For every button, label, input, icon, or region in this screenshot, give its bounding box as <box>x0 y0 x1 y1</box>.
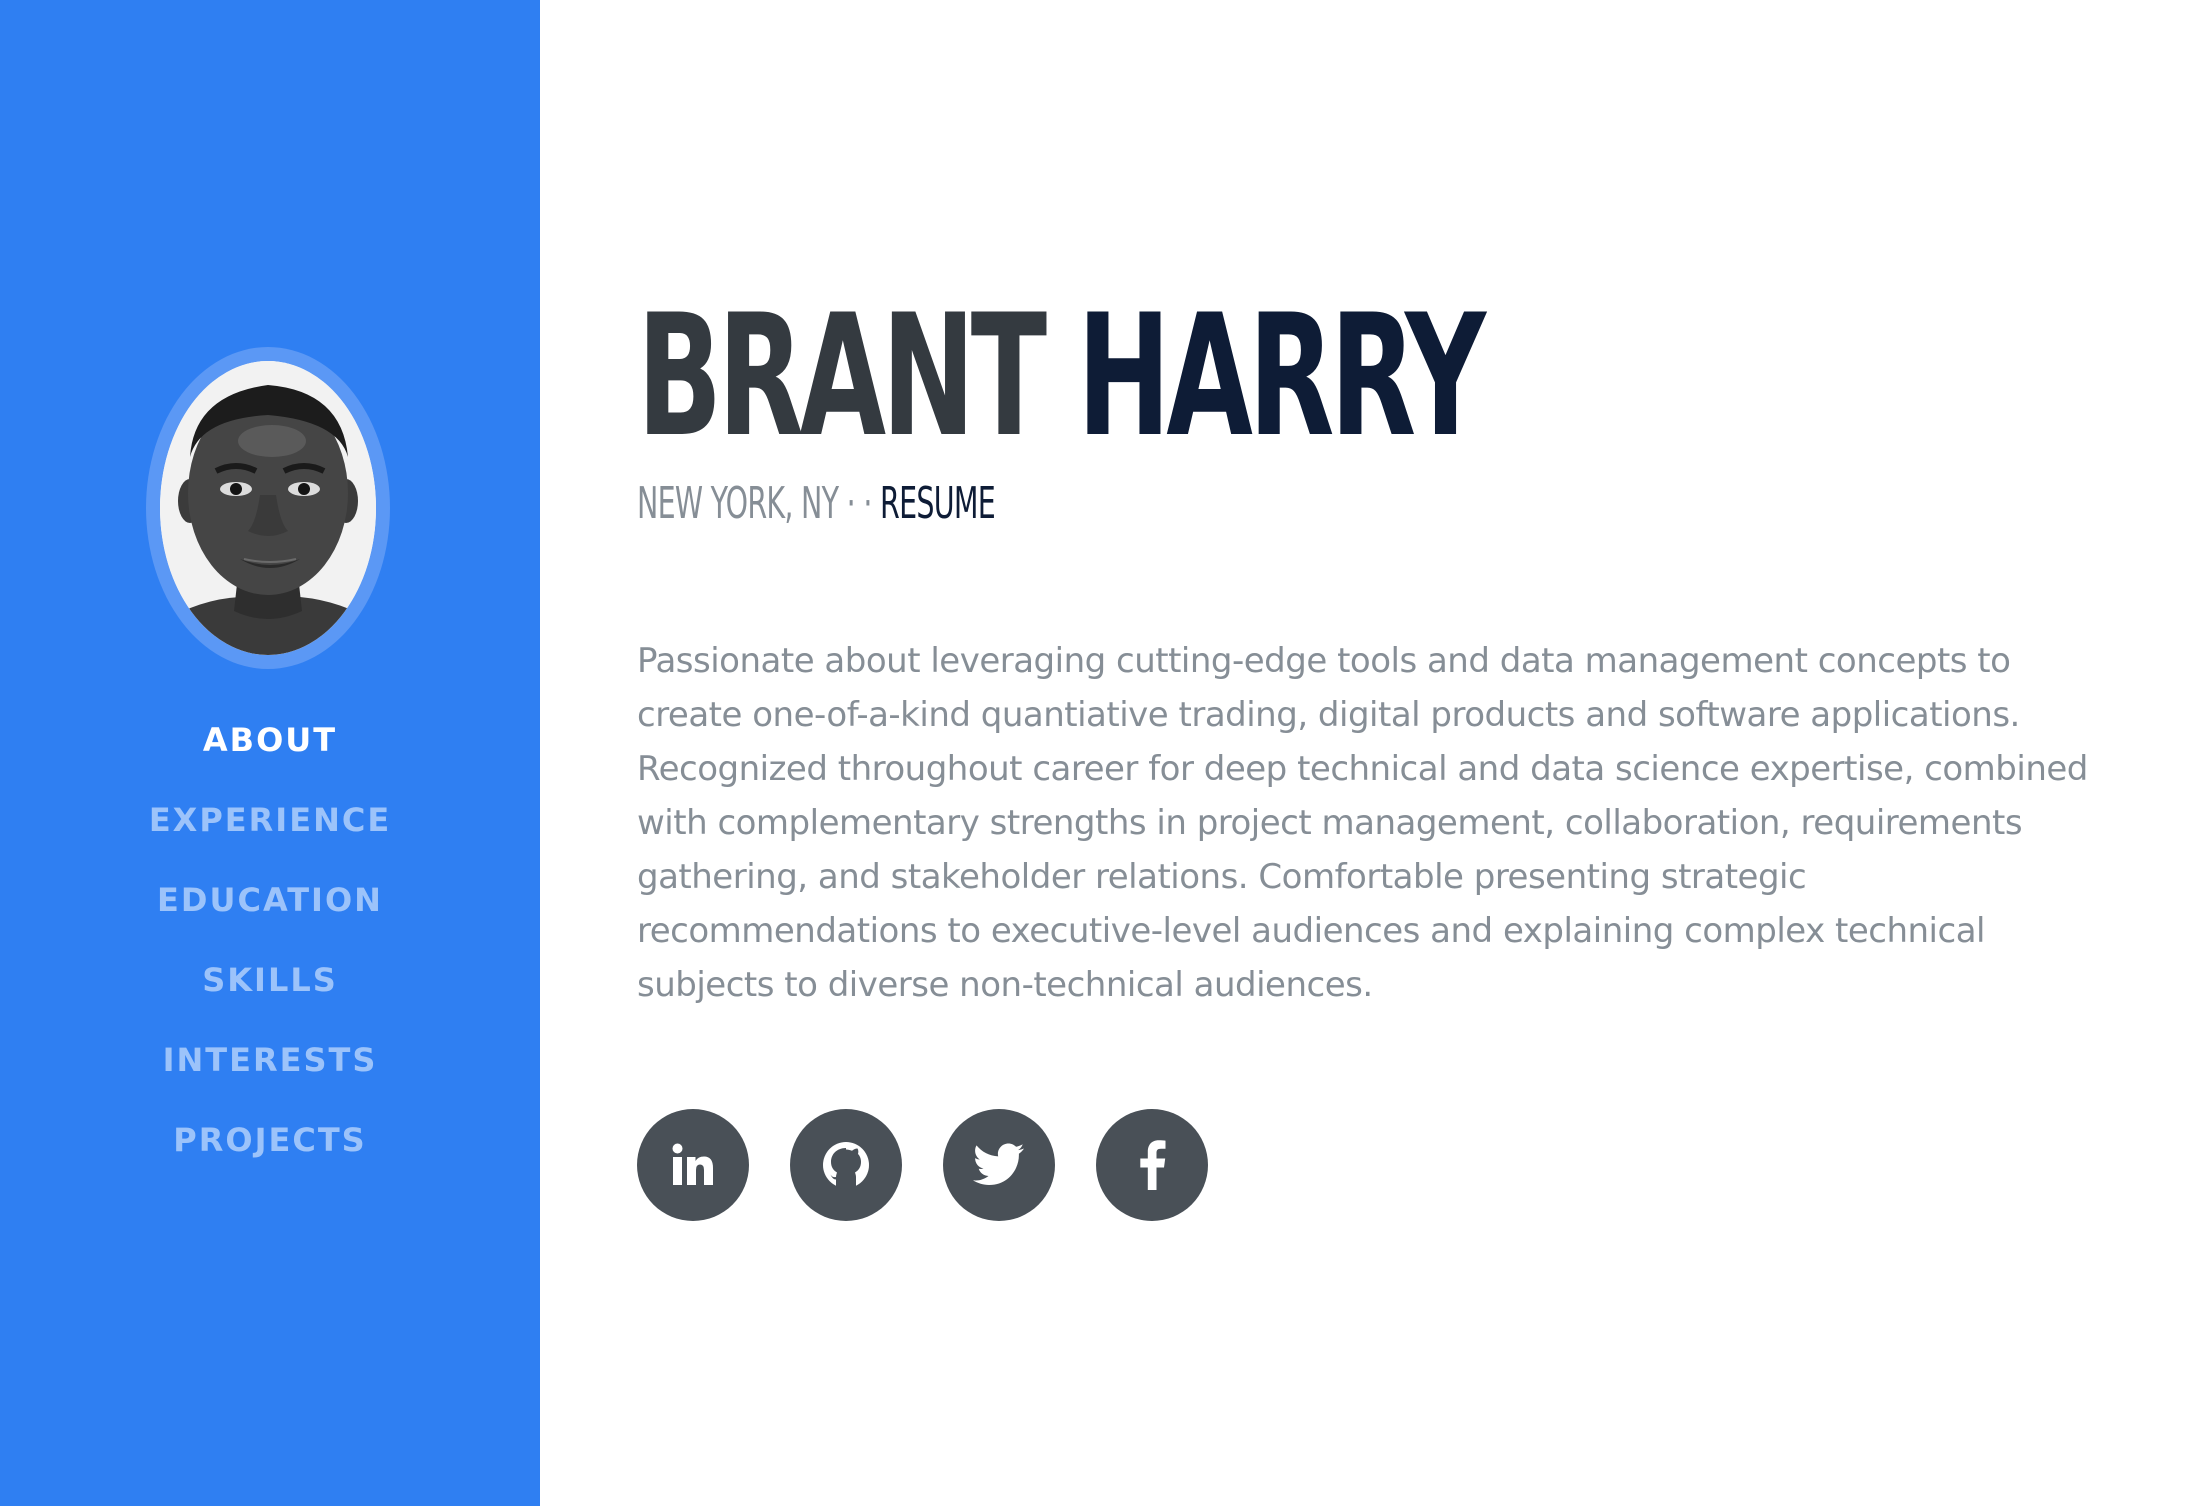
sidebar-item-about[interactable]: ABOUT <box>0 712 540 792</box>
last-name: HARRY <box>1077 278 1486 474</box>
profile-photo <box>160 361 376 655</box>
sidebar-item-education[interactable]: EDUCATION <box>0 872 540 952</box>
separator-dots: · · <box>846 478 873 529</box>
linkedin-icon <box>672 1143 713 1185</box>
resume-page: ABOUT EXPERIENCE EDUCATION SKILLS INTERE… <box>0 0 2186 1506</box>
page-title: BRANT HARRY <box>637 290 1486 462</box>
sidebar: ABOUT EXPERIENCE EDUCATION SKILLS INTERE… <box>0 0 540 1506</box>
resume-link[interactable]: RESUME <box>880 478 996 529</box>
twitter-button[interactable] <box>943 1109 1055 1221</box>
location-text: NEW YORK, NY <box>637 478 839 529</box>
avatar[interactable] <box>160 361 376 655</box>
facebook-button[interactable] <box>1096 1109 1208 1221</box>
github-button[interactable] <box>790 1109 902 1221</box>
social-links <box>637 1109 1208 1221</box>
sidebar-item-projects[interactable]: PROJECTS <box>0 1112 540 1192</box>
bio-paragraph: Passionate about leveraging cutting-edge… <box>637 641 2088 1005</box>
avatar-ring <box>146 347 390 669</box>
linkedin-button[interactable] <box>637 1109 749 1221</box>
facebook-icon <box>1140 1140 1166 1190</box>
twitter-icon <box>973 1143 1024 1185</box>
sidebar-nav: ABOUT EXPERIENCE EDUCATION SKILLS INTERE… <box>0 712 540 1192</box>
sidebar-item-interests[interactable]: INTERESTS <box>0 1032 540 1112</box>
subheading: NEW YORK, NY · · RESUME <box>637 476 996 532</box>
first-name: BRANT <box>637 278 1047 474</box>
github-icon <box>823 1142 869 1189</box>
sidebar-item-skills[interactable]: SKILLS <box>0 952 540 1032</box>
sidebar-item-experience[interactable]: EXPERIENCE <box>0 792 540 872</box>
